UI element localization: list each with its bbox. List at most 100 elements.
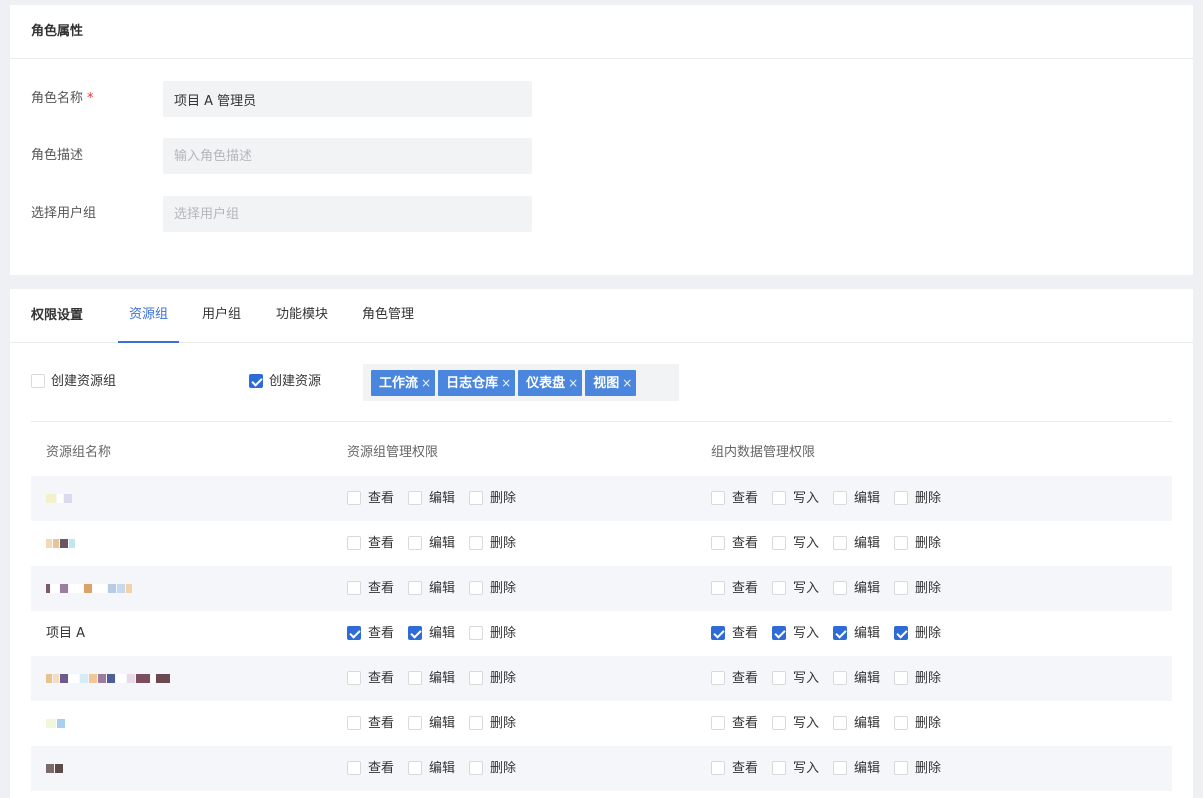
user-group-select[interactable] bbox=[163, 196, 532, 232]
data-view-permission[interactable]: 查看 bbox=[711, 611, 758, 656]
data-edit-permission[interactable]: 编辑 bbox=[833, 611, 880, 656]
data-write-checkbox[interactable] bbox=[772, 625, 786, 640]
group-delete-checkbox[interactable] bbox=[469, 490, 483, 505]
data-delete-permission[interactable]: 删除 bbox=[894, 656, 941, 701]
data-edit-permission[interactable]: 编辑 bbox=[833, 746, 880, 791]
data-write-checkbox[interactable] bbox=[772, 760, 786, 775]
tag-close-icon[interactable]: × bbox=[421, 376, 431, 390]
data-write-checkbox[interactable] bbox=[772, 580, 786, 595]
resource-type-tag-select[interactable]: 工作流 × 日志仓库 × 仪表盘 × 视图 × bbox=[363, 364, 679, 401]
group-edit-checkbox[interactable] bbox=[408, 490, 422, 505]
data-write-permission[interactable]: 写入 bbox=[772, 701, 819, 746]
data-view-permission[interactable]: 查看 bbox=[711, 656, 758, 701]
group-edit-permission[interactable]: 编辑 bbox=[408, 701, 455, 746]
data-write-checkbox[interactable] bbox=[772, 535, 786, 550]
group-edit-checkbox[interactable] bbox=[408, 760, 422, 775]
create-resource-group-checkbox[interactable] bbox=[31, 373, 45, 388]
data-edit-checkbox[interactable] bbox=[833, 760, 847, 775]
data-delete-permission[interactable]: 删除 bbox=[894, 701, 941, 746]
group-view-checkbox[interactable] bbox=[347, 715, 361, 730]
data-delete-checkbox[interactable] bbox=[894, 535, 908, 550]
data-view-checkbox[interactable] bbox=[711, 490, 725, 505]
data-view-checkbox[interactable] bbox=[711, 580, 725, 595]
group-edit-checkbox[interactable] bbox=[408, 670, 422, 685]
group-view-checkbox[interactable] bbox=[347, 580, 361, 595]
data-edit-permission[interactable]: 编辑 bbox=[833, 476, 880, 521]
group-delete-permission[interactable]: 删除 bbox=[469, 521, 516, 566]
create-resource-option[interactable]: 创建资源 bbox=[249, 364, 321, 400]
group-delete-permission[interactable]: 删除 bbox=[469, 566, 516, 611]
data-write-checkbox[interactable] bbox=[772, 670, 786, 685]
group-delete-permission[interactable]: 删除 bbox=[469, 701, 516, 746]
group-view-permission[interactable]: 查看 bbox=[347, 746, 394, 791]
group-view-permission[interactable]: 查看 bbox=[347, 566, 394, 611]
group-view-checkbox[interactable] bbox=[347, 760, 361, 775]
group-view-permission[interactable]: 查看 bbox=[347, 521, 394, 566]
data-write-permission[interactable]: 写入 bbox=[772, 566, 819, 611]
group-edit-checkbox[interactable] bbox=[408, 625, 422, 640]
group-delete-permission[interactable]: 删除 bbox=[469, 656, 516, 701]
data-edit-permission[interactable]: 编辑 bbox=[833, 521, 880, 566]
data-delete-checkbox[interactable] bbox=[894, 760, 908, 775]
group-edit-permission[interactable]: 编辑 bbox=[408, 656, 455, 701]
data-write-permission[interactable]: 写入 bbox=[772, 521, 819, 566]
create-resource-checkbox[interactable] bbox=[249, 373, 263, 388]
data-view-permission[interactable]: 查看 bbox=[711, 746, 758, 791]
group-edit-permission[interactable]: 编辑 bbox=[408, 611, 455, 656]
group-edit-permission[interactable]: 编辑 bbox=[408, 746, 455, 791]
data-edit-checkbox[interactable] bbox=[833, 490, 847, 505]
data-delete-permission[interactable]: 删除 bbox=[894, 521, 941, 566]
group-view-permission[interactable]: 查看 bbox=[347, 701, 394, 746]
group-delete-checkbox[interactable] bbox=[469, 580, 483, 595]
data-edit-checkbox[interactable] bbox=[833, 535, 847, 550]
data-edit-checkbox[interactable] bbox=[833, 625, 847, 640]
data-view-checkbox[interactable] bbox=[711, 760, 725, 775]
data-write-permission[interactable]: 写入 bbox=[772, 611, 819, 656]
group-delete-checkbox[interactable] bbox=[469, 670, 483, 685]
group-edit-permission[interactable]: 编辑 bbox=[408, 476, 455, 521]
group-delete-permission[interactable]: 删除 bbox=[469, 476, 516, 521]
data-delete-permission[interactable]: 删除 bbox=[894, 611, 941, 656]
group-edit-permission[interactable]: 编辑 bbox=[408, 521, 455, 566]
data-view-checkbox[interactable] bbox=[711, 670, 725, 685]
data-write-permission[interactable]: 写入 bbox=[772, 746, 819, 791]
data-edit-permission[interactable]: 编辑 bbox=[833, 566, 880, 611]
group-view-checkbox[interactable] bbox=[347, 490, 361, 505]
data-view-checkbox[interactable] bbox=[711, 715, 725, 730]
group-delete-checkbox[interactable] bbox=[469, 625, 483, 640]
data-delete-permission[interactable]: 删除 bbox=[894, 746, 941, 791]
group-delete-checkbox[interactable] bbox=[469, 715, 483, 730]
tag-close-icon[interactable]: × bbox=[501, 376, 511, 390]
data-delete-checkbox[interactable] bbox=[894, 625, 908, 640]
tab-function-module[interactable]: 功能模块 bbox=[276, 289, 328, 341]
data-edit-checkbox[interactable] bbox=[833, 670, 847, 685]
data-edit-checkbox[interactable] bbox=[833, 580, 847, 595]
data-delete-checkbox[interactable] bbox=[894, 715, 908, 730]
create-resource-group-option[interactable]: 创建资源组 bbox=[31, 364, 116, 400]
data-write-checkbox[interactable] bbox=[772, 715, 786, 730]
data-view-permission[interactable]: 查看 bbox=[711, 566, 758, 611]
data-write-permission[interactable]: 写入 bbox=[772, 476, 819, 521]
group-delete-permission[interactable]: 删除 bbox=[469, 746, 516, 791]
group-view-permission[interactable]: 查看 bbox=[347, 476, 394, 521]
tag-close-icon[interactable]: × bbox=[568, 376, 578, 390]
group-delete-checkbox[interactable] bbox=[469, 535, 483, 550]
group-edit-permission[interactable]: 编辑 bbox=[408, 566, 455, 611]
group-edit-checkbox[interactable] bbox=[408, 535, 422, 550]
tab-role-management[interactable]: 角色管理 bbox=[362, 289, 414, 341]
data-delete-checkbox[interactable] bbox=[894, 670, 908, 685]
data-view-checkbox[interactable] bbox=[711, 535, 725, 550]
group-view-permission[interactable]: 查看 bbox=[347, 656, 394, 701]
data-delete-permission[interactable]: 删除 bbox=[894, 566, 941, 611]
data-edit-checkbox[interactable] bbox=[833, 715, 847, 730]
tab-user-group[interactable]: 用户组 bbox=[202, 289, 241, 341]
group-edit-checkbox[interactable] bbox=[408, 580, 422, 595]
tab-resource-group[interactable]: 资源组 bbox=[118, 289, 180, 343]
data-delete-checkbox[interactable] bbox=[894, 580, 908, 595]
group-view-checkbox[interactable] bbox=[347, 535, 361, 550]
data-view-permission[interactable]: 查看 bbox=[711, 476, 758, 521]
group-view-permission[interactable]: 查看 bbox=[347, 611, 394, 656]
group-delete-permission[interactable]: 删除 bbox=[469, 611, 516, 656]
data-delete-checkbox[interactable] bbox=[894, 490, 908, 505]
group-edit-checkbox[interactable] bbox=[408, 715, 422, 730]
